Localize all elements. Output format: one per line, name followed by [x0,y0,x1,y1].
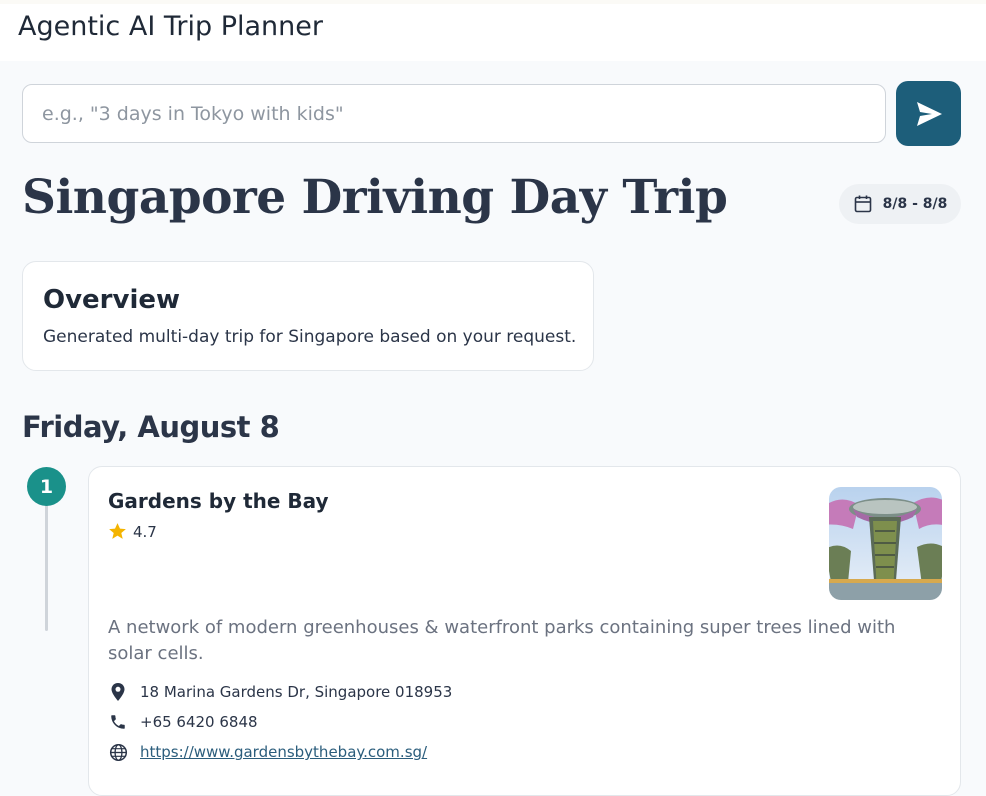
address-row: 18 Marina Gardens Dr, Singapore 018953 [108,682,452,702]
place-website-link[interactable]: https://www.gardensbythebay.com.sg/ [140,743,427,761]
location-pin-icon [108,682,128,702]
date-range-text: 8/8 - 8/8 [882,196,948,212]
send-button[interactable] [896,81,961,146]
send-icon [915,101,943,127]
place-card: Gardens by the Bay 4.7 A network of mode… [88,466,961,796]
rating-value: 4.7 [133,522,157,541]
overview-card: Overview Generated multi-day trip for Si… [22,261,594,371]
calendar-icon [853,194,873,214]
trip-title: Singapore Driving Day Trip [22,170,728,225]
place-address: 18 Marina Gardens Dr, Singapore 018953 [140,683,453,701]
overview-text: Generated multi-day trip for Singapore b… [43,327,577,347]
place-description: A network of modern greenhouses & waterf… [108,617,896,664]
overview-title: Overview [43,285,181,315]
timeline-line [45,500,48,631]
phone-row: +65 6420 6848 [108,712,258,732]
globe-icon [108,742,128,762]
website-row: https://www.gardensbythebay.com.sg/ [108,742,427,762]
step-number-badge: 1 [27,467,66,506]
app-title: Agentic AI Trip Planner [18,11,323,42]
place-rating: 4.7 [108,522,157,541]
place-name: Gardens by the Bay [108,489,329,513]
star-icon [108,522,127,541]
trip-request-input[interactable] [22,84,886,143]
date-range-badge: 8/8 - 8/8 [839,184,961,224]
day-heading: Friday, August 8 [22,410,280,444]
place-phone: +65 6420 6848 [140,713,258,731]
app-header: Agentic AI Trip Planner [0,4,986,61]
phone-icon [108,712,128,732]
place-photo [829,487,942,600]
